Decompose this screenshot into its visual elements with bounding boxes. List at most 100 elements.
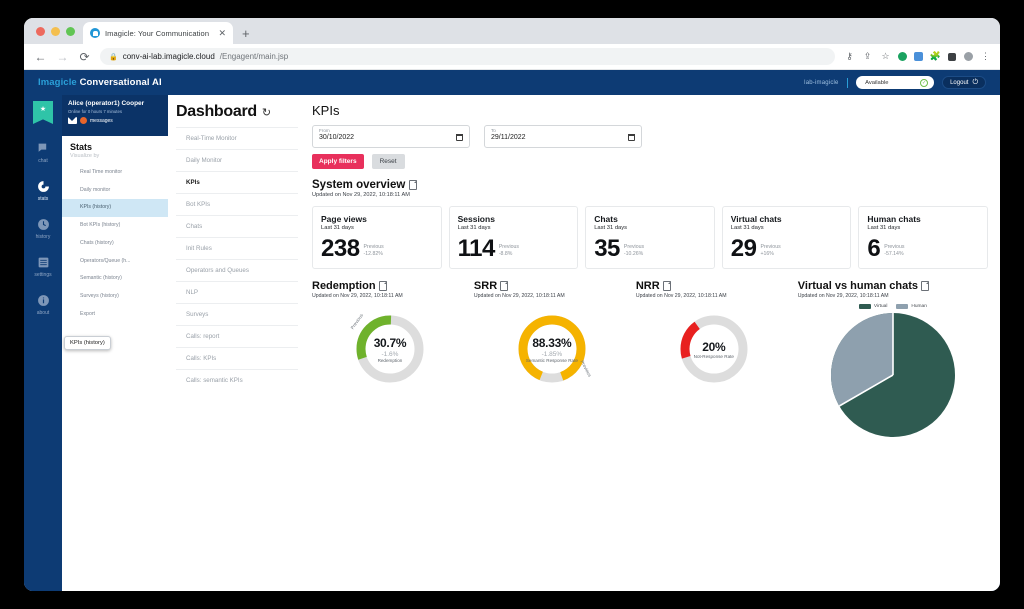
legend-item-human[interactable]: Human xyxy=(896,304,927,310)
dashboard-item-real-time-monitor[interactable]: Real-Time Monitor xyxy=(176,127,298,149)
stats-item-daily-monitor[interactable]: Daily monitor xyxy=(62,182,168,200)
gauge-value: 20% xyxy=(702,339,726,354)
rail-item-history[interactable]: history xyxy=(24,216,62,240)
new-tab-button[interactable]: + xyxy=(233,26,259,44)
apply-filters-button[interactable]: Apply filters xyxy=(312,154,364,169)
gauge-value: 30.7% xyxy=(373,335,407,350)
card-title: Sessions xyxy=(457,214,495,224)
to-date-field[interactable]: To 29/11/2022 xyxy=(484,125,642,148)
dashboard-item-daily-monitor[interactable]: Daily Monitor xyxy=(176,149,298,171)
sidepanel-icon[interactable] xyxy=(948,52,956,61)
user-name: Alice (operator1) Cooper xyxy=(68,100,145,107)
tab-strip: Imagicle: Your Communication ✕ + xyxy=(24,18,1000,44)
calendar-icon[interactable] xyxy=(628,134,635,141)
minimize-window-button[interactable] xyxy=(51,26,60,36)
screen: Imagicle: Your Communication ✕ + ← → ⟳ 🔒… xyxy=(0,0,1024,609)
rail-item-stats[interactable]: stats xyxy=(24,178,62,202)
application: Imagicle Conversational AI lab-imagicle … xyxy=(24,70,1000,591)
puzzle-extensions-icon[interactable]: 🧩 xyxy=(930,51,941,62)
reload-icon[interactable]: ⟳ xyxy=(78,51,91,63)
browser-tab[interactable]: Imagicle: Your Communication ✕ xyxy=(83,22,233,44)
rail-item-settings[interactable]: settings xyxy=(24,254,62,278)
card-subtitle: Last 31 days xyxy=(867,225,901,231)
stats-item-export[interactable]: Export xyxy=(62,306,168,324)
card-value: 238 xyxy=(321,235,360,262)
url-path: /Engagent/main.jsp xyxy=(219,52,289,61)
dashboard-item-init-rules[interactable]: Init Rules xyxy=(176,237,298,259)
previous-label: Previous xyxy=(363,244,384,251)
card-value-row: 238 Previous -12.82% xyxy=(321,235,433,262)
kpis-heading: KPIs xyxy=(312,103,340,118)
extension-green-icon[interactable] xyxy=(898,52,907,61)
dashboard-item-bot-kpis[interactable]: Bot KPIs xyxy=(176,193,298,215)
dashboard-item-chats[interactable]: Chats xyxy=(176,215,298,237)
dashboard-item-kpis[interactable]: KPIs xyxy=(176,171,298,193)
rail-label-about: about xyxy=(36,310,50,316)
pie-header: Virtual vs human chats xyxy=(798,280,988,292)
bookmark-star-icon[interactable]: ☆ xyxy=(880,51,891,62)
maximize-window-button[interactable] xyxy=(66,26,75,36)
dashboard-item-calls-report[interactable]: Calls: report xyxy=(176,325,298,347)
extension-blue-icon[interactable] xyxy=(914,52,923,61)
legend-item-virtual[interactable]: Virtual xyxy=(858,304,888,310)
url-host: conv-ai-lab.imagicle.cloud xyxy=(122,52,215,61)
csv-icon[interactable] xyxy=(409,180,418,190)
gauge-chart-srr: 88.33% -1.85% Semantic Response Rate Pre… xyxy=(474,299,630,399)
address-bar[interactable]: 🔒 conv-ai-lab.imagicle.cloud/Engagent/ma… xyxy=(100,48,835,65)
filter-buttons: Apply filters Reset xyxy=(312,154,988,169)
main-content: KPIs From 30/10/2022 To 29/11/2022 Apply… xyxy=(308,95,1000,591)
dashboard-item-operators-and-queues[interactable]: Operators and Queues xyxy=(176,259,298,281)
gauge-caption: Not-Response Rate xyxy=(693,353,734,359)
gauge-center-text: 88.33% -1.85% Semantic Response Rate xyxy=(516,313,588,385)
reset-button[interactable]: Reset xyxy=(371,154,405,169)
star-icon: ★ xyxy=(39,106,47,113)
dashboard-item-calls-semantic-kpis[interactable]: Calls: semantic KPIs xyxy=(176,369,298,391)
stats-item-bot-kpis-history[interactable]: Bot KPIs (history) xyxy=(62,217,168,235)
csv-icon[interactable] xyxy=(662,281,671,292)
rail-item-about[interactable]: about xyxy=(24,292,62,316)
csv-icon[interactable] xyxy=(378,281,387,292)
gauge-caption: Redemption xyxy=(377,357,403,363)
availability-select[interactable]: Available ✓ xyxy=(856,76,935,89)
to-value: 29/11/2022 xyxy=(491,134,526,141)
stats-item-kpis-history[interactable]: KPIs (history) xyxy=(62,199,168,218)
share-icon[interactable]: ⇪ xyxy=(862,51,873,62)
stats-title: Stats xyxy=(70,142,93,152)
stats-item-chats-history[interactable]: Chats (history) xyxy=(62,235,168,253)
stats-item-surveys-history[interactable]: Surveys (history) xyxy=(62,288,168,306)
calendar-icon[interactable] xyxy=(456,134,463,141)
header-divider xyxy=(846,77,849,88)
refresh-icon[interactable]: ↻ xyxy=(262,106,271,119)
browser-menu-icon[interactable]: ⋮ xyxy=(981,51,990,62)
gauge-title: Redemption xyxy=(312,280,376,293)
dashboard-item-nlp[interactable]: NLP xyxy=(176,281,298,303)
profile-avatar[interactable] xyxy=(963,51,974,62)
gauge-center-text: 20% Not-Response Rate xyxy=(678,313,750,385)
messages-row[interactable]: messages xyxy=(68,117,162,125)
csv-icon[interactable] xyxy=(500,281,509,292)
close-window-button[interactable] xyxy=(36,26,45,36)
card-value: 29 xyxy=(730,235,757,262)
close-tab-icon[interactable]: ✕ xyxy=(218,28,226,38)
stats-item-semantic-history[interactable]: Semantic (history) xyxy=(62,270,168,288)
stats-item-operators-queue-history[interactable]: Operators/Queue (h... xyxy=(62,253,168,271)
window-controls[interactable] xyxy=(32,18,83,44)
system-overview-title: System overview xyxy=(312,179,406,191)
gauge-caption: Semantic Response Rate xyxy=(525,357,578,363)
gauge-header: SRR xyxy=(474,280,630,292)
dashboard-item-surveys[interactable]: Surveys xyxy=(176,303,298,325)
toolbar-icons: ⚷ ⇪ ☆ 🧩 ⋮ xyxy=(844,51,990,62)
key-icon[interactable]: ⚷ xyxy=(844,51,855,62)
from-date-field[interactable]: From 30/10/2022 xyxy=(312,125,470,148)
forward-icon[interactable]: → xyxy=(56,51,69,63)
legend-label-virtual: Virtual xyxy=(873,304,888,310)
csv-icon[interactable] xyxy=(921,281,929,292)
logout-button[interactable]: Logout ⏻ xyxy=(942,76,986,89)
tab-title: Imagicle: Your Communication xyxy=(105,28,210,38)
stats-item-real-time-monitor[interactable]: Real Time monitor xyxy=(62,164,168,182)
back-icon[interactable]: ← xyxy=(34,51,47,63)
pie-legend: Virtual Human xyxy=(798,304,988,310)
to-label: To xyxy=(491,128,496,133)
dashboard-item-calls-kpis[interactable]: Calls: KPIs xyxy=(176,347,298,369)
rail-item-chat[interactable]: chat xyxy=(24,140,62,164)
